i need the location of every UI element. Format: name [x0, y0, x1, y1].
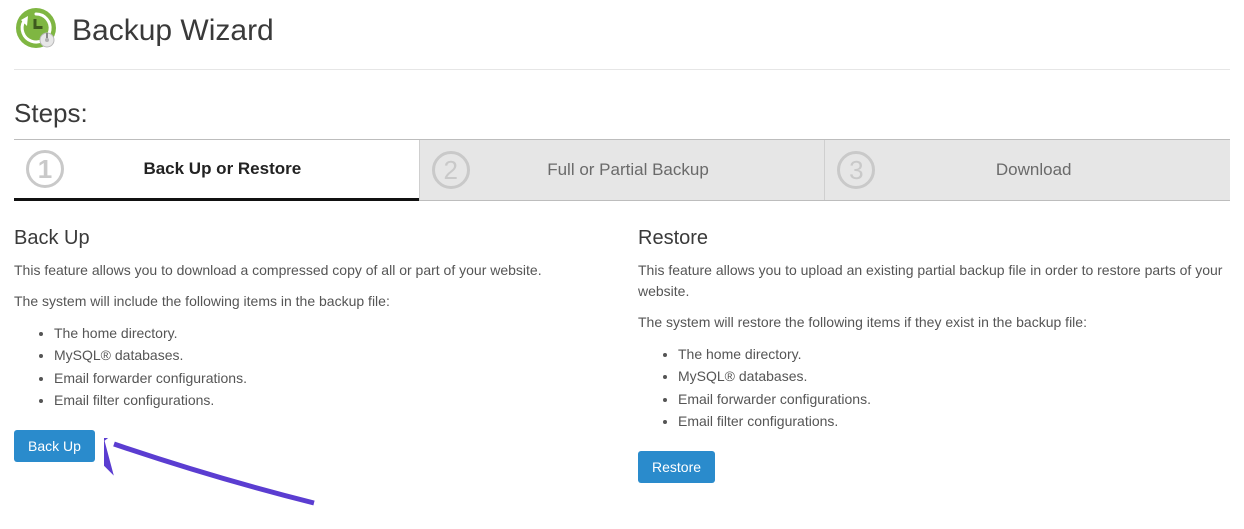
restore-title: Restore: [638, 227, 1230, 250]
restore-section: Restore This feature allows you to uploa…: [638, 227, 1230, 483]
list-item: Email filter configurations.: [678, 410, 1230, 432]
page-header: Backup Wizard: [14, 0, 1230, 69]
page-title: Backup Wizard: [72, 14, 274, 48]
list-item: Email forwarder configurations.: [54, 367, 606, 389]
tab-label: Back Up or Restore: [76, 159, 407, 179]
step-number-2: 2: [432, 151, 470, 189]
step-number-3: 3: [837, 151, 875, 189]
list-item: MySQL® databases.: [54, 344, 606, 366]
restore-items-list: The home directory. MySQL® databases. Em…: [638, 343, 1230, 433]
list-item: MySQL® databases.: [678, 365, 1230, 387]
backup-title: Back Up: [14, 227, 606, 250]
list-item: The home directory.: [678, 343, 1230, 365]
restore-description-2: The system will restore the following it…: [638, 312, 1230, 333]
steps-heading: Steps:: [14, 98, 1230, 129]
tab-label: Download: [887, 160, 1218, 180]
tab-full-or-partial[interactable]: 2 Full or Partial Backup: [419, 140, 825, 200]
backup-description-2: The system will include the following it…: [14, 291, 606, 312]
restore-button[interactable]: Restore: [638, 451, 715, 483]
tab-label: Full or Partial Backup: [482, 160, 813, 180]
backup-section: Back Up This feature allows you to downl…: [14, 227, 606, 483]
list-item: Email filter configurations.: [54, 389, 606, 411]
backup-items-list: The home directory. MySQL® databases. Em…: [14, 322, 606, 412]
tab-backup-or-restore[interactable]: 1 Back Up or Restore: [14, 140, 419, 201]
backup-button[interactable]: Back Up: [14, 430, 95, 462]
step-tabs: 1 Back Up or Restore 2 Full or Partial B…: [14, 139, 1230, 201]
tab-download[interactable]: 3 Download: [824, 140, 1230, 200]
list-item: Email forwarder configurations.: [678, 388, 1230, 410]
backup-description-1: This feature allows you to download a co…: [14, 260, 606, 281]
restore-description-1: This feature allows you to upload an exi…: [638, 260, 1230, 302]
divider: [14, 69, 1230, 70]
list-item: The home directory.: [54, 322, 606, 344]
step-number-1: 1: [26, 150, 64, 188]
backup-wizard-icon: [14, 6, 58, 55]
